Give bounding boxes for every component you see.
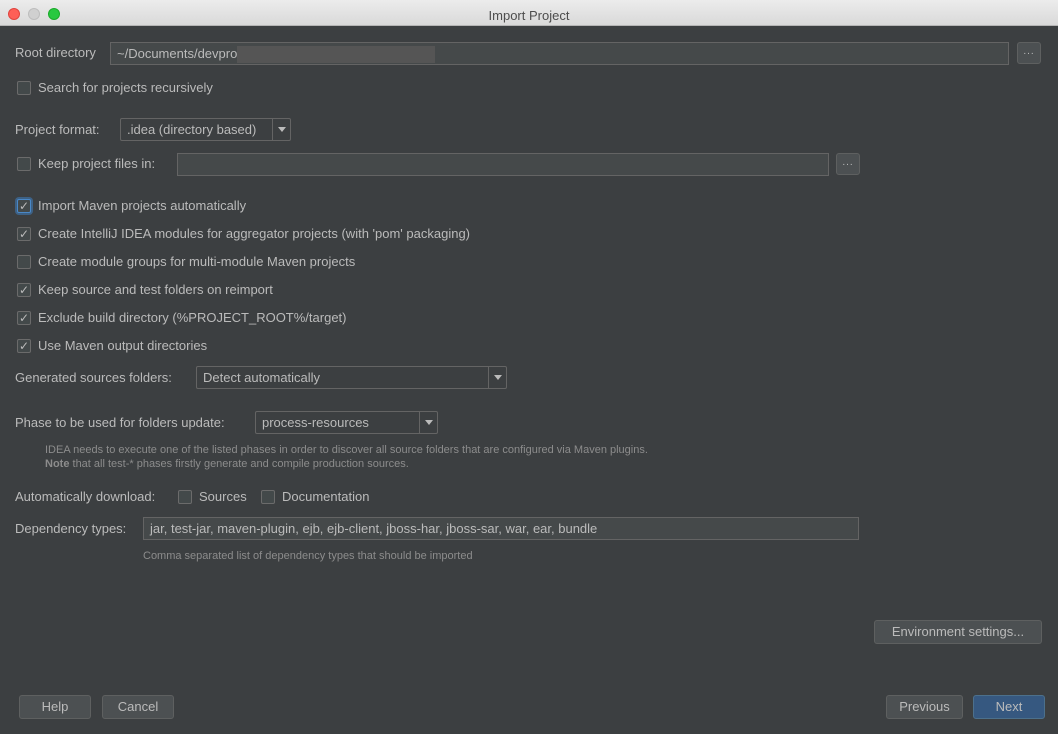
environment-settings-button[interactable]: Environment settings... xyxy=(874,620,1042,644)
phase-selected: process-resources xyxy=(262,415,369,430)
cancel-button[interactable]: Cancel xyxy=(102,695,174,719)
keep-project-files-label: Keep project files in: xyxy=(38,156,156,171)
root-directory-label: Root directory xyxy=(15,45,96,60)
phase-dropdown[interactable]: process-resources xyxy=(255,411,438,434)
download-documentation-label: Documentation xyxy=(282,489,370,504)
project-format-selected: .idea (directory based) xyxy=(127,122,257,137)
redacted-path xyxy=(237,46,436,64)
chevron-down-icon xyxy=(488,367,506,388)
exclude-build-directory-checkbox[interactable]: ✓ xyxy=(17,311,31,325)
phase-hint-note: Note xyxy=(45,458,70,470)
exclude-build-directory-label: Exclude build directory (%PROJECT_ROOT%/… xyxy=(38,310,347,325)
root-directory-field[interactable]: ~/Documents/devpro xyxy=(110,42,1009,65)
project-format-dropdown[interactable]: .idea (directory based) xyxy=(120,118,291,141)
keep-project-files-field[interactable] xyxy=(177,153,829,176)
search-recursively-label: Search for projects recursively xyxy=(38,80,213,95)
create-module-groups-checkbox[interactable] xyxy=(17,255,31,269)
keep-source-folders-checkbox[interactable]: ✓ xyxy=(17,283,31,297)
create-aggregator-modules-checkbox[interactable]: ✓ xyxy=(17,227,31,241)
root-directory-value: ~/Documents/devpro xyxy=(117,46,238,61)
download-documentation-checkbox[interactable] xyxy=(261,490,275,504)
download-sources-label: Sources xyxy=(199,489,247,504)
project-format-label: Project format: xyxy=(15,122,100,137)
create-aggregator-modules-label: Create IntelliJ IDEA modules for aggrega… xyxy=(38,226,471,241)
keep-project-files-browse-button[interactable]: ... xyxy=(836,153,860,175)
generated-sources-selected: Detect automatically xyxy=(203,370,321,385)
dependency-types-hint: Comma separated list of dependency types… xyxy=(143,550,473,562)
phase-hint-text: that all test-* phases firstly generate … xyxy=(69,458,409,470)
help-button[interactable]: Help xyxy=(19,695,91,719)
download-sources-checkbox[interactable] xyxy=(178,490,192,504)
keep-project-files-checkbox[interactable] xyxy=(17,157,31,171)
auto-download-label: Automatically download: xyxy=(15,489,156,504)
window-title: Import Project xyxy=(488,8,570,23)
import-maven-automatically-checkbox[interactable]: ✓ xyxy=(17,199,31,213)
phase-label: Phase to be used for folders update: xyxy=(15,415,225,430)
chevron-down-icon xyxy=(272,119,290,140)
import-maven-automatically-label: Import Maven projects automatically xyxy=(38,198,247,213)
dependency-types-label: Dependency types: xyxy=(15,521,127,536)
generated-sources-dropdown[interactable]: Detect automatically xyxy=(196,366,507,389)
phase-hint-line-2: Note that all test-* phases firstly gene… xyxy=(45,457,409,471)
previous-button[interactable]: Previous xyxy=(886,695,963,719)
next-button[interactable]: Next xyxy=(973,695,1045,719)
keep-source-folders-label: Keep source and test folders on reimport xyxy=(38,282,273,297)
generated-sources-label: Generated sources folders: xyxy=(15,370,172,385)
dependency-types-field[interactable]: jar, test-jar, maven-plugin, ejb, ejb-cl… xyxy=(143,517,859,540)
title-bar: Import Project xyxy=(0,0,1058,26)
create-module-groups-label: Create module groups for multi-module Ma… xyxy=(38,254,356,269)
search-recursively-checkbox[interactable] xyxy=(17,81,31,95)
phase-hint-line-1: IDEA needs to execute one of the listed … xyxy=(45,444,648,456)
use-maven-output-label: Use Maven output directories xyxy=(38,338,208,353)
chevron-down-icon xyxy=(419,412,437,433)
use-maven-output-checkbox[interactable]: ✓ xyxy=(17,339,31,353)
root-directory-browse-button[interactable]: ... xyxy=(1017,42,1041,64)
